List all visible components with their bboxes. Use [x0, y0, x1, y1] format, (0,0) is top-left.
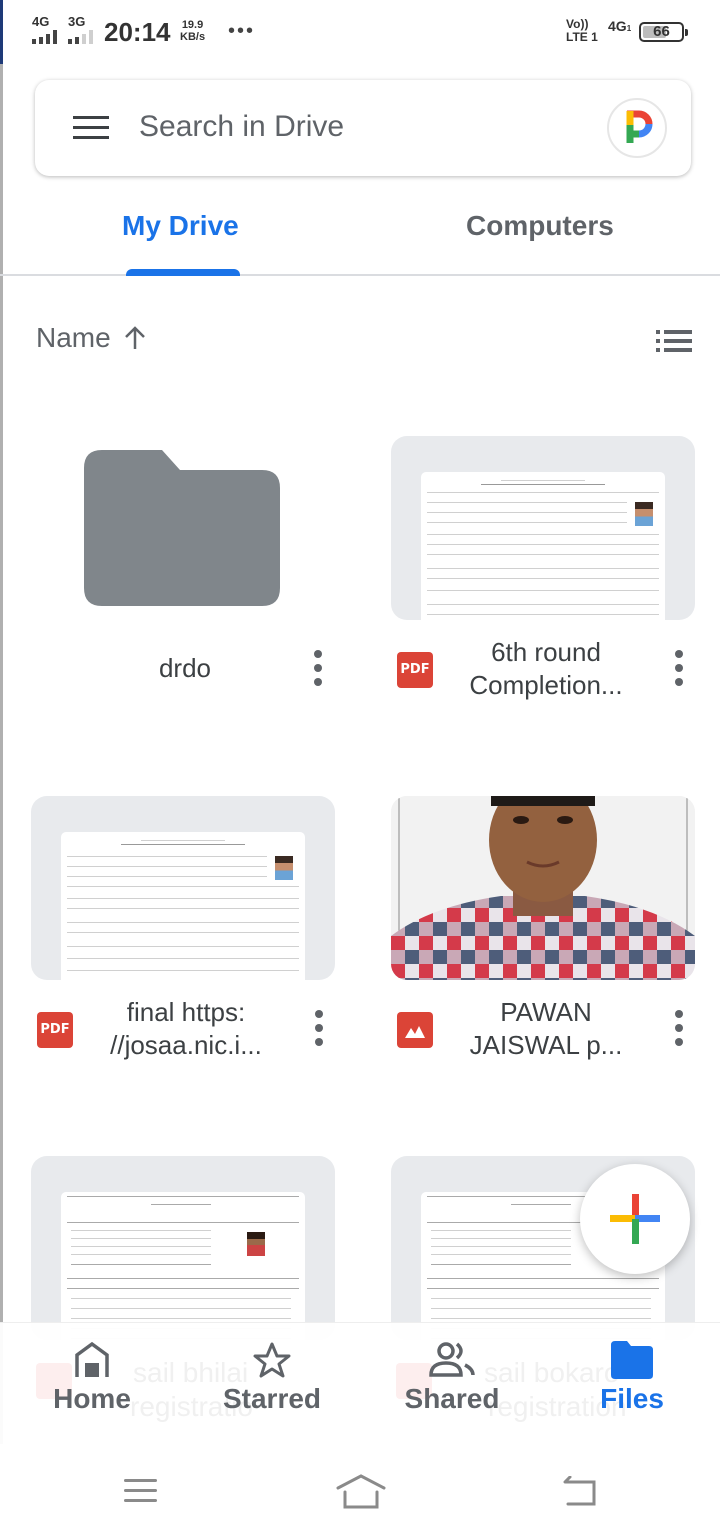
file-name: 6th round Completion... — [451, 636, 641, 702]
image-file-icon — [397, 1012, 433, 1048]
nav-shared[interactable]: Shared — [372, 1341, 532, 1415]
file-name-line2: //josaa.nic.i... — [110, 1030, 262, 1060]
recent-apps-icon[interactable] — [124, 1478, 158, 1504]
file-name-line1: final https: — [126, 997, 246, 1027]
system-navigation-bar — [0, 1444, 720, 1520]
tab-computers[interactable]: Computers — [466, 210, 614, 242]
nav-shared-label: Shared — [404, 1383, 500, 1414]
status-bar: 4G 3G 20:14 19.9 KB/s ••• Vo)) LTE 1 4G1… — [0, 0, 720, 64]
file-name-line1: 6th round — [491, 637, 601, 667]
nav-starred-label: Starred — [222, 1383, 322, 1414]
file-name-line1: PAWAN — [500, 997, 592, 1027]
sort-control[interactable]: Name — [36, 322, 147, 354]
list-view-icon[interactable] — [656, 330, 692, 352]
system-home-icon[interactable] — [336, 1474, 386, 1510]
home-icon — [75, 1341, 109, 1377]
nav-starred[interactable]: Starred — [192, 1341, 352, 1415]
account-avatar[interactable] — [607, 98, 667, 158]
search-bar[interactable]: Search in Drive — [35, 80, 691, 176]
file-name-line2: Completion... — [469, 670, 623, 700]
volte-indicator: Vo)) LTE 1 — [566, 18, 598, 44]
drive-tabs: My Drive Computers — [0, 196, 720, 276]
sim1-network-label: 4G — [32, 14, 50, 29]
signal-bars-icon — [68, 30, 93, 44]
back-icon[interactable] — [562, 1476, 598, 1506]
more-options-icon[interactable] — [313, 1010, 325, 1046]
document-preview — [61, 832, 305, 980]
image-thumbnail — [391, 796, 695, 980]
search-input[interactable]: Search in Drive — [139, 110, 344, 144]
file-name-line2: JAISWAL p... — [469, 1030, 623, 1060]
folder-icon — [84, 450, 280, 606]
file-name: PAWAN JAISWAL p... — [451, 996, 641, 1062]
arrow-up-icon — [124, 326, 145, 349]
more-options-icon[interactable] — [673, 650, 685, 686]
battery-icon: 66 — [639, 22, 688, 42]
file-thumbnail — [31, 796, 335, 980]
battery-percent: 66 — [653, 23, 670, 40]
more-options-icon[interactable] — [673, 1010, 685, 1046]
file-thumbnail — [391, 436, 695, 620]
battery-nub — [685, 29, 688, 36]
pdf-icon: PDF — [397, 652, 433, 688]
clock: 20:14 — [104, 17, 171, 47]
sim1-signal: 4G — [32, 14, 57, 44]
plus-icon — [610, 1194, 660, 1244]
bottom-navigation: sail bhilai registratio sail bokaro regi… — [0, 1322, 720, 1444]
speed-unit: KB/s — [180, 31, 206, 43]
nav-files-label: Files — [600, 1383, 664, 1414]
hamburger-menu-icon[interactable] — [73, 116, 109, 140]
folder-icon — [611, 1341, 653, 1379]
lte-label: LTE 1 — [566, 30, 598, 44]
portrait-photo — [391, 796, 695, 980]
speed-value: 19.9 — [181, 19, 204, 31]
network-speed: 19.9 KB/s — [180, 19, 205, 43]
document-preview — [61, 1192, 305, 1340]
pdf-icon: PDF — [37, 1012, 73, 1048]
file-thumbnail — [31, 1156, 335, 1340]
new-file-fab[interactable] — [580, 1164, 690, 1274]
file-name: drdo — [158, 653, 212, 683]
nav-files[interactable]: Files — [552, 1341, 712, 1415]
sim2-network-label: 3G — [68, 14, 86, 29]
star-icon — [253, 1342, 291, 1378]
data-network-indicator: 4G1 — [608, 18, 631, 34]
document-preview — [421, 472, 665, 620]
sort-label: Name — [36, 322, 111, 353]
more-notifications-icon: ••• — [228, 20, 256, 42]
active-tab-indicator — [126, 269, 240, 276]
more-options-icon[interactable] — [312, 650, 324, 686]
file-name: final https: //josaa.nic.i... — [91, 996, 281, 1062]
data-network-sub: 1 — [626, 24, 632, 33]
sim2-signal: 3G — [68, 14, 93, 44]
nav-home[interactable]: Home — [12, 1341, 172, 1415]
data-network-label: 4G — [608, 18, 627, 34]
nav-home-label: Home — [53, 1383, 131, 1414]
tab-my-drive[interactable]: My Drive — [122, 210, 239, 242]
shared-people-icon — [429, 1342, 475, 1377]
p-logo-icon — [626, 110, 653, 143]
signal-bars-icon — [32, 30, 57, 44]
